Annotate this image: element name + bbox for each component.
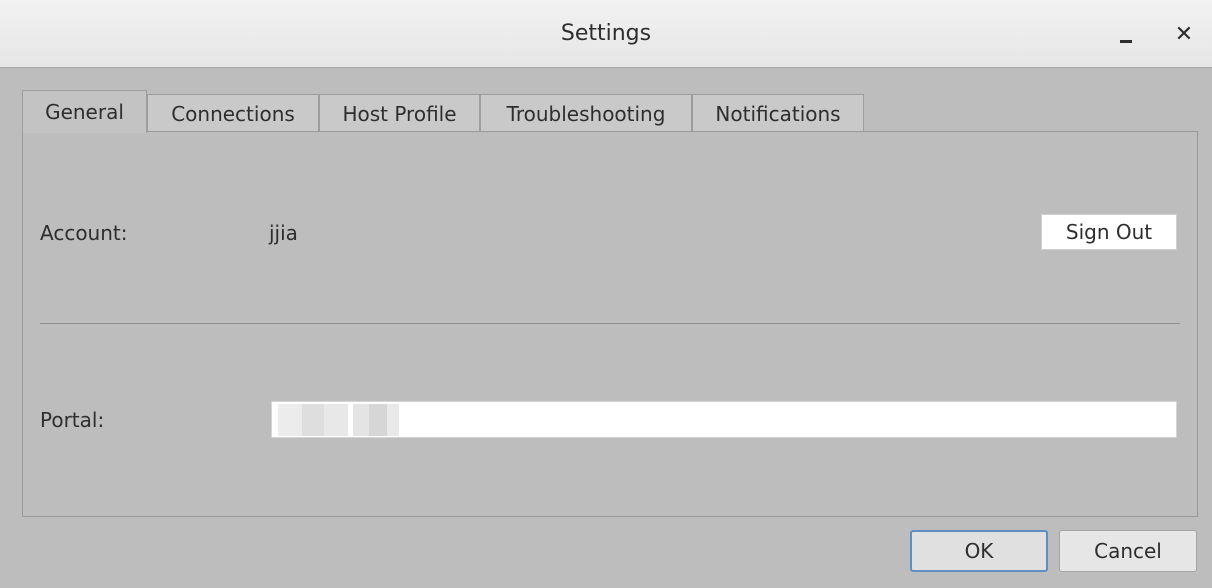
portal-input[interactable] [271, 401, 1177, 438]
redacted-block [302, 404, 324, 436]
tab-host-profile[interactable]: Host Profile [319, 94, 480, 132]
close-button[interactable]: ✕ [1168, 18, 1200, 50]
ok-button[interactable]: OK [910, 530, 1048, 572]
settings-window: Settings ✕ General Connections Host Prof… [0, 0, 1212, 588]
tab-connections[interactable]: Connections [147, 94, 319, 132]
redacted-block [387, 404, 399, 436]
redacted-block [353, 404, 369, 436]
close-icon: ✕ [1174, 21, 1194, 47]
account-label: Account: [40, 221, 128, 245]
general-panel: Account: jjia Sign Out Portal: [22, 131, 1198, 517]
minimize-icon [1120, 39, 1132, 43]
cancel-button[interactable]: Cancel [1059, 530, 1197, 572]
redacted-block [278, 404, 302, 436]
portal-label: Portal: [40, 408, 105, 432]
title-bar[interactable]: Settings ✕ [0, 0, 1212, 68]
sign-out-button[interactable]: Sign Out [1041, 214, 1177, 250]
window-title: Settings [560, 21, 652, 46]
redacted-block [369, 404, 387, 436]
minimize-button[interactable] [1110, 18, 1142, 50]
section-divider [40, 323, 1180, 324]
account-value: jjia [269, 221, 298, 245]
tab-general[interactable]: General [22, 90, 147, 133]
redacted-block [324, 404, 348, 436]
tab-troubleshooting[interactable]: Troubleshooting [480, 94, 692, 132]
tab-notifications[interactable]: Notifications [692, 94, 864, 132]
